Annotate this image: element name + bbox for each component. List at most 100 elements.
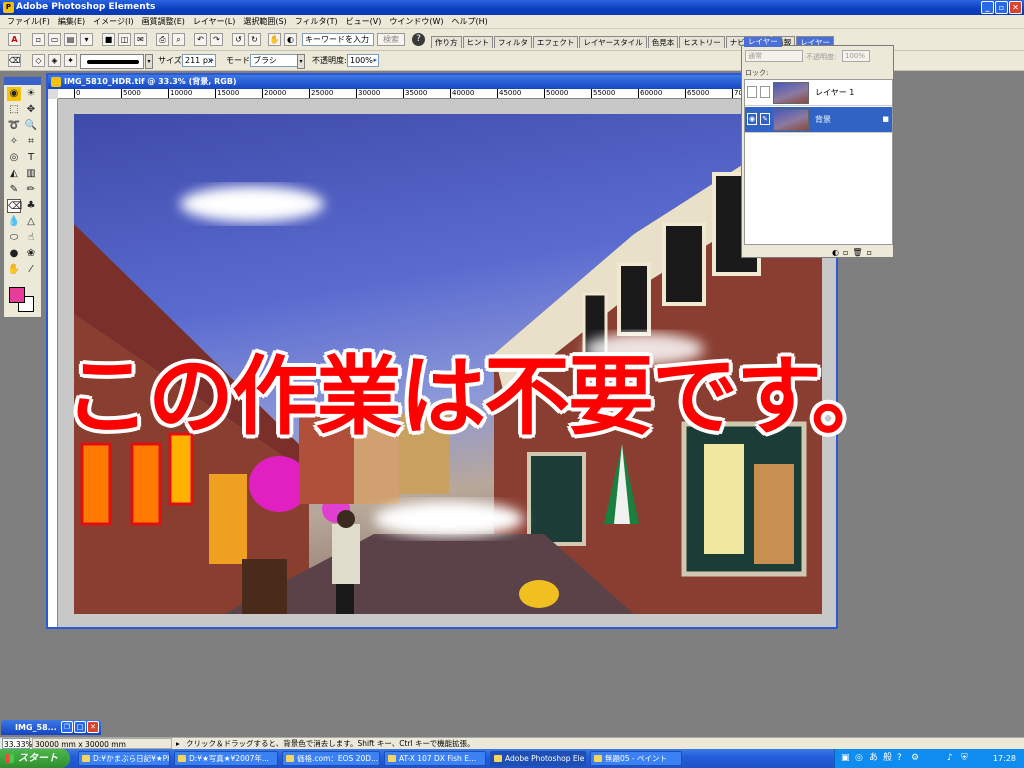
foreground-color-swatch[interactable] [9,287,25,303]
app-title-bar[interactable]: P Adobe Photoshop Elements _ ▫ ✕ [0,0,1024,15]
eyedropper-icon[interactable]: ⁄ [24,263,38,277]
eraser-tool-icon[interactable]: ⌫ [8,54,21,67]
hand-tool-icon[interactable]: ✋ [7,263,21,277]
new-file-icon[interactable]: ▫ [32,33,45,46]
print-icon[interactable]: ⎙ [156,33,169,46]
ime-icon[interactable]: ◎ [855,749,863,768]
ime-kanji-icon[interactable]: 般 [883,749,892,768]
opacity-field[interactable]: 100% [347,54,379,67]
quick-fix-icon[interactable]: ✋ [268,33,281,46]
tab-layer-styles[interactable]: レイヤースタイル [579,36,647,48]
blend-mode-select[interactable]: 通常 [745,50,803,62]
delete-layer-icon[interactable]: 🗑 [852,248,862,257]
brush-dropdown-icon[interactable]: ▾ [145,54,153,69]
layer-row-layer1[interactable]: レイヤー 1 [745,80,892,106]
more-icon[interactable]: ▫ [867,248,872,257]
search-button[interactable]: 検索 [377,33,405,46]
vertical-ruler[interactable] [48,99,58,627]
sponge-tool-icon[interactable]: ⬭ [7,231,21,245]
size-field[interactable]: 211 px [182,54,216,67]
mode-dropdown-icon[interactable]: ▾ [297,54,305,69]
layer-row-background[interactable]: ◉ ✎ 背景 ■ [745,107,892,133]
menu-help[interactable]: ヘルプ(H) [448,15,492,29]
task-button[interactable]: AT-X 107 DX Fish E... [384,751,486,766]
task-button[interactable]: 無題05 - ペイント [590,751,682,766]
eraser-tool-active-icon[interactable]: ⌫ [7,199,22,213]
sharpen-tool-icon[interactable]: △ [24,215,38,229]
menu-enhance[interactable]: 画質調整(E) [138,15,189,29]
menu-file[interactable]: ファイル(F) [3,15,54,29]
ime-mode-icon[interactable]: あ [869,749,878,768]
layers-palette-tab[interactable]: レイヤー [744,37,782,47]
task-button[interactable]: D:¥★写真★¥2007年... [174,751,278,766]
save-icon[interactable]: ■ [102,33,115,46]
start-button[interactable]: スタート [0,749,70,768]
type-tool-icon[interactable]: T [24,151,38,165]
menu-select[interactable]: 選択範囲(S) [239,15,290,29]
gradient-tool-icon[interactable]: ▥ [24,167,38,181]
menu-view[interactable]: ビュー(V) [342,15,386,29]
restore-doc-button[interactable]: ❐ [61,721,73,733]
document-title-bar[interactable]: IMG_5810_HDR.tif @ 33.3% (背景, RGB) [48,75,836,89]
horizontal-ruler[interactable]: 0 5000 10000 15000 20000 25000 30000 350… [58,89,836,99]
burn-tool-icon[interactable]: ● [7,247,21,261]
menu-filter[interactable]: フィルタ(T) [291,15,342,29]
task-button-active[interactable]: Adobe Photoshop Ele... [490,751,586,766]
volume-icon[interactable]: ♪ [947,749,953,768]
custom-shape-icon[interactable]: ❀ [24,247,38,261]
adjustment-layer-icon[interactable]: ◐ [832,248,839,257]
close-button[interactable]: ✕ [1009,1,1022,14]
minimize-button[interactable]: _ [981,1,994,14]
tab-filters[interactable]: フィルタ [494,36,532,48]
task-button[interactable]: D:¥かまぶら日記¥★Ph... [78,751,170,766]
restore-button[interactable]: ▫ [995,1,1008,14]
attach-email-icon[interactable]: ✉ [134,33,147,46]
settings-tray-icon[interactable]: ⚙ [911,749,919,768]
sun-icon[interactable]: ☀ [24,87,38,101]
undo-icon[interactable]: ↺ [232,33,245,46]
menu-window[interactable]: ウインドウ(W) [385,15,447,29]
background-eraser-icon[interactable]: ◈ [48,54,61,67]
menu-layer[interactable]: レイヤー(L) [189,15,239,29]
help-icon[interactable]: ? [412,33,425,46]
blur-tool-icon[interactable]: 💧 [7,215,21,229]
brush-icon[interactable]: ✎ [760,113,770,125]
help-tray-icon[interactable]: ? [897,749,902,768]
red-eye-tool-icon[interactable]: ◎ [7,151,21,165]
smudge-tool-icon[interactable]: ☝ [24,231,38,245]
document-size[interactable]: 30000 mm x 30000 mm [32,738,172,749]
redo-icon[interactable]: ↻ [248,33,261,46]
menu-edit[interactable]: 編集(E) [54,15,89,29]
minimized-document[interactable]: IMG_58... ❐ □ ✕ [1,720,101,735]
eraser-icon[interactable]: ◇ [32,54,45,67]
zoom-tool-icon[interactable]: 🔍 [24,119,38,133]
crop-tool-icon[interactable]: ⌗ [24,135,38,149]
network-icon[interactable]: ▣ [841,749,850,768]
new-layer-icon[interactable]: ▫ [843,248,848,257]
brush-tool-icon[interactable]: ✎ [7,183,21,197]
close-doc-button[interactable]: ✕ [87,721,99,733]
print-preview-icon[interactable]: ⌕ [172,33,185,46]
status-arrow-icon[interactable]: ▸ [176,738,180,749]
tab-swatches[interactable]: 色見本 [647,36,679,48]
brush-preview[interactable] [80,54,144,69]
search-input[interactable]: キーワードを入力 [302,33,374,46]
tab-history[interactable]: ヒストリー [679,36,725,48]
eye-icon[interactable]: ◉ [747,113,757,125]
tab-how-to[interactable]: 作り方 [431,36,462,48]
magic-wand-icon[interactable]: ✧ [7,135,21,149]
layer-opacity-field[interactable]: 100% [842,50,870,62]
task-button[interactable]: 価格.com：EOS 20D... [282,751,380,766]
security-icon[interactable]: ⛨ [961,749,968,768]
link-toggle-icon[interactable] [760,86,770,98]
lasso-tool-icon[interactable]: ➰ [7,119,21,133]
clone-stamp-icon[interactable]: ♣ [24,199,38,213]
tab-effects[interactable]: エフェクト [532,36,579,48]
save-web-icon[interactable]: ◫ [118,33,131,46]
maximize-doc-button[interactable]: □ [74,721,86,733]
step-backward-icon[interactable]: ↶ [194,33,207,46]
zoom-field[interactable]: 33.33% [2,738,33,749]
tab-hints[interactable]: ヒント [462,36,493,48]
step-forward-icon[interactable]: ↷ [210,33,223,46]
pencil-tool-icon[interactable]: ✏ [24,183,38,197]
